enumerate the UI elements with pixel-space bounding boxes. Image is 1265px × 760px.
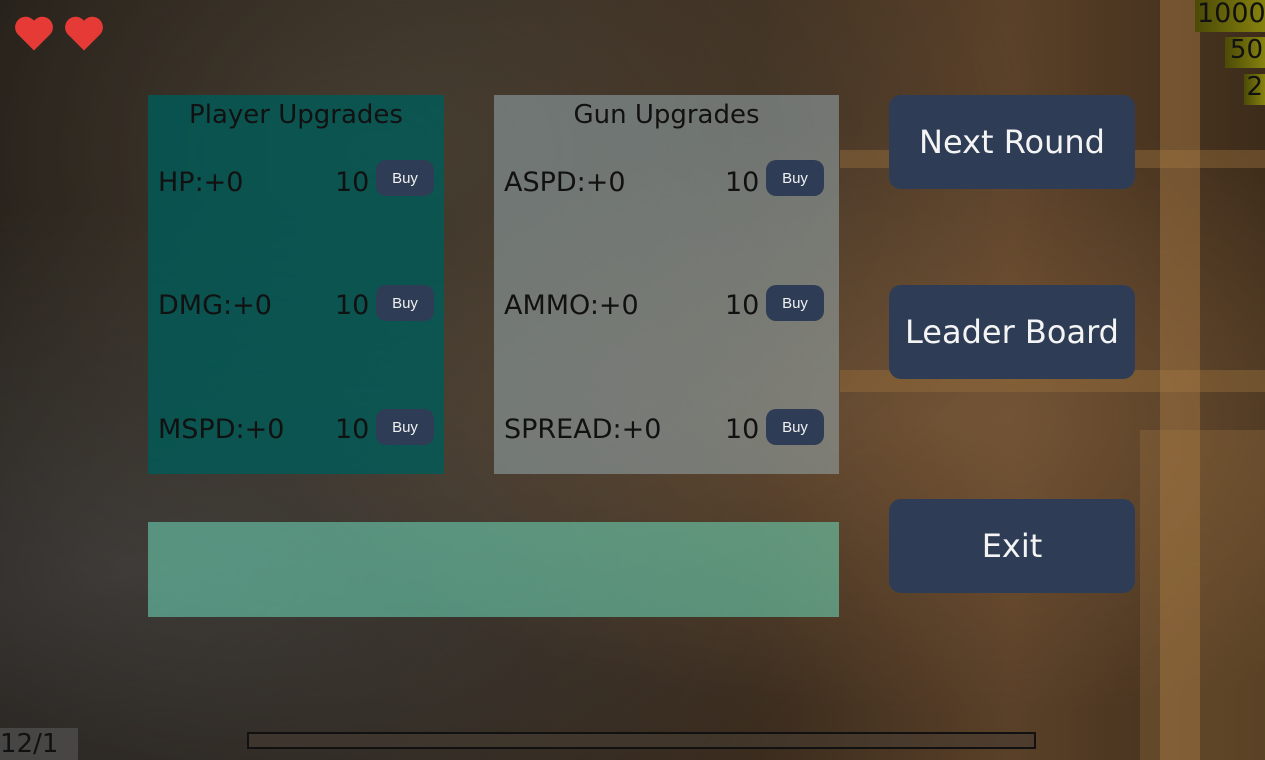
hp-label: HP:+0 [158, 167, 244, 198]
upgrade-row-aspd: ASPD:+0 10 Buy [494, 160, 839, 203]
heart-icon [65, 16, 103, 51]
round-indicator: 12/1 [0, 728, 78, 760]
ammo-cost: 10 [725, 290, 760, 321]
ammo-label: AMMO:+0 [504, 290, 639, 321]
mspd-label: MSPD:+0 [158, 414, 285, 445]
spread-cost: 10 [725, 414, 760, 445]
aspd-label: ASPD:+0 [504, 167, 626, 198]
upgrade-row-hp: HP:+0 10 Buy [148, 160, 444, 203]
progress-bar [247, 732, 1036, 749]
upgrade-row-mspd: MSPD:+0 10 Buy [148, 409, 444, 450]
score-counter: 50 [1225, 37, 1265, 68]
exit-button[interactable]: Exit [889, 499, 1135, 593]
dmg-label: DMG:+0 [158, 290, 272, 321]
buy-mspd-button[interactable]: Buy [376, 409, 434, 445]
upgrade-row-ammo: AMMO:+0 10 Buy [494, 285, 839, 326]
buy-dmg-button[interactable]: Buy [376, 285, 434, 321]
buy-hp-button[interactable]: Buy [376, 160, 434, 196]
buy-spread-button[interactable]: Buy [766, 409, 824, 445]
hp-cost: 10 [335, 167, 370, 198]
player-upgrades-title: Player Upgrades [189, 100, 403, 130]
gun-upgrades-title: Gun Upgrades [573, 100, 760, 130]
next-round-button[interactable]: Next Round [889, 95, 1135, 189]
buy-ammo-button[interactable]: Buy [766, 285, 824, 321]
buy-aspd-button[interactable]: Buy [766, 160, 824, 196]
spread-label: SPREAD:+0 [504, 414, 662, 445]
upgrade-row-dmg: DMG:+0 10 Buy [148, 285, 444, 326]
message-box [148, 522, 839, 617]
heart-icon [15, 16, 53, 51]
player-upgrades-panel: Player Upgrades HP:+0 10 Buy DMG:+0 10 B… [148, 95, 444, 474]
level-counter: 2 [1244, 74, 1265, 105]
upgrade-row-spread: SPREAD:+0 10 Buy [494, 409, 839, 450]
mspd-cost: 10 [335, 414, 370, 445]
dmg-cost: 10 [335, 290, 370, 321]
background-post [1140, 430, 1265, 760]
gun-upgrades-panel: Gun Upgrades ASPD:+0 10 Buy AMMO:+0 10 B… [494, 95, 839, 474]
leader-board-button[interactable]: Leader Board [889, 285, 1135, 379]
money-counter: 1000 [1195, 0, 1265, 32]
aspd-cost: 10 [725, 167, 760, 198]
